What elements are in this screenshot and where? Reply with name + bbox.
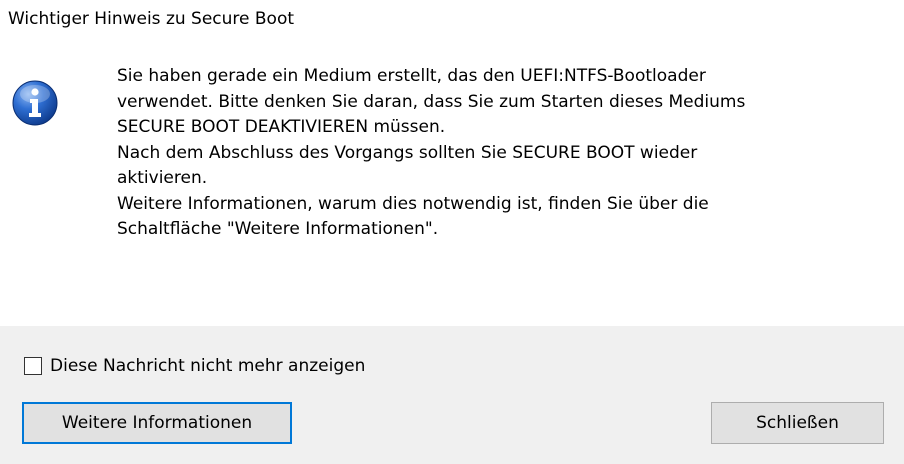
message-line: SECURE BOOT DEAKTIVIEREN müssen. <box>117 117 446 137</box>
dialog-footer: Diese Nachricht nicht mehr anzeigen Weit… <box>0 326 904 464</box>
message-line: Weitere Informationen, warum dies notwen… <box>117 193 709 214</box>
dialog-content: Sie haben gerade ein Medium erstellt, da… <box>0 40 904 326</box>
dont-show-again-label[interactable]: Diese Nachricht nicht mehr anzeigen <box>50 356 365 376</box>
message-line: Nach dem Abschluss des Vorgangs sollten … <box>117 142 698 163</box>
message-line: verwendet. Bitte denken Sie daran, dass … <box>117 91 746 112</box>
dont-show-again-checkbox[interactable] <box>24 357 42 375</box>
more-info-button[interactable]: Weitere Informationen <box>22 402 292 444</box>
dialog-title: Wichtiger Hinweis zu Secure Boot <box>8 9 295 29</box>
message-line: aktivieren. <box>117 168 208 188</box>
message-line: Sie haben gerade ein Medium erstellt, da… <box>117 66 706 86</box>
close-button[interactable]: Schließen <box>711 402 884 444</box>
secure-boot-dialog: Wichtiger Hinweis zu Secure Boot Sie hab… <box>0 0 904 464</box>
information-icon <box>12 80 58 126</box>
dont-show-again-checkbox-row[interactable]: Diese Nachricht nicht mehr anzeigen <box>24 354 365 378</box>
dialog-message: Sie haben gerade ein Medium erstellt, da… <box>117 64 887 243</box>
message-line: Schaltfläche "Weitere Informationen". <box>117 219 439 239</box>
